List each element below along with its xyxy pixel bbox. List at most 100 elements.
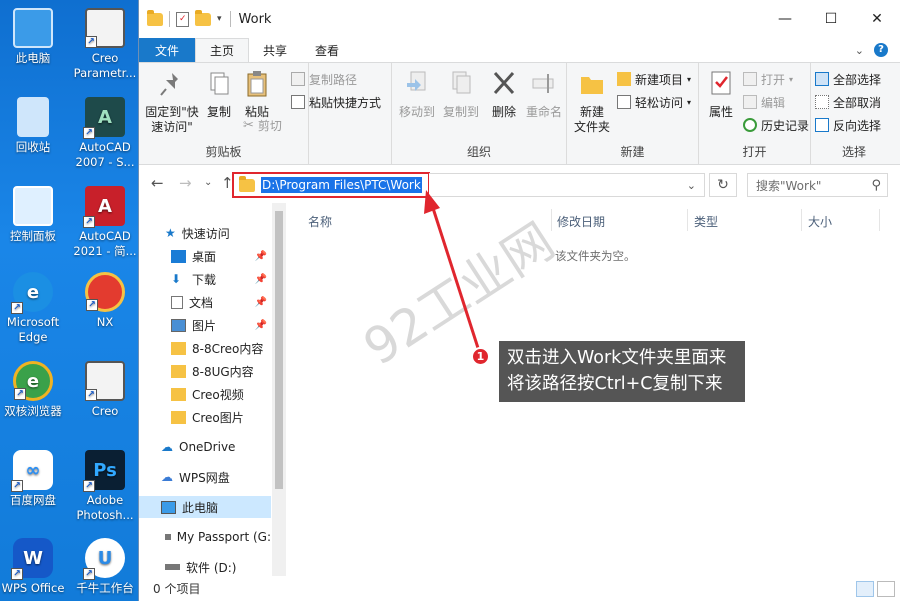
desktop-icon-baidu-netdisk[interactable]: ∞ ↗ 百度网盘 [0,450,66,508]
properties-qa-icon[interactable]: ✓ [176,11,189,27]
column-type[interactable]: 类型 [694,213,718,230]
tab-home[interactable]: 主页 [195,38,250,62]
desktop-icon-recycle-bin[interactable]: 回收站 [0,97,66,155]
move-to-button[interactable]: 移动到 [398,69,436,120]
pin-icon[interactable]: 📌 [255,274,267,285]
large-icons-view-icon[interactable] [877,581,895,597]
nav-scrollbar[interactable] [272,203,286,576]
new-folder-button[interactable]: 新建 文件夹 [573,69,611,135]
search-box[interactable]: 搜索"Work" ⚲ [747,173,888,197]
maximize-button[interactable]: ☐ [808,0,854,38]
recent-locations-chevron-icon[interactable]: ⌄ [204,177,212,188]
nav-downloads[interactable]: ⬇ 下载 📌 [139,268,271,290]
edit-button[interactable]: 编辑 [743,92,785,112]
up-arrow-icon[interactable]: ↑ [221,174,234,192]
copy-to-button[interactable]: 复制到 [442,69,480,120]
nav-folder-creo-images[interactable]: Creo图片 [139,406,271,428]
desktop-icon-this-pc[interactable]: 此电脑 [0,8,66,66]
chevron-down-icon[interactable]: ⌄ [687,179,696,192]
pin-icon[interactable]: 📌 [255,297,267,308]
desktop-icon-qianniu[interactable]: U ↗ 千牛工作台 [72,538,138,596]
rename-button[interactable]: 重命名 [524,69,564,120]
nav-wps-cloud[interactable]: ☁ WPS网盘 [139,466,271,488]
select-all-button[interactable]: 全部选择 [815,69,881,89]
nav-folder-creo-video[interactable]: Creo视频 [139,383,271,405]
nav-onedrive[interactable]: ☁ OneDrive [139,436,271,458]
desktop-icon-label: 回收站 [15,140,51,154]
address-path[interactable]: D:\Program Files\PTC\Work [261,177,422,193]
move-to-label: 移动到 [398,105,435,119]
desktop-icon-nx[interactable]: ↗ NX [72,272,138,330]
nav-drive-d[interactable]: 软件 (D:) [139,556,271,576]
desktop-icon-wps-office[interactable]: W ↗ WPS Office [0,538,66,596]
easy-access-button[interactable]: 轻松访问 ▾ [617,92,691,112]
control-panel-icon [13,186,53,226]
column-name[interactable]: 名称 [308,213,332,230]
tab-view[interactable]: 查看 [301,38,353,62]
history-icon [743,118,757,132]
delete-button[interactable]: 删除 [488,69,520,120]
address-bar[interactable]: D:\Program Files\PTC\Work [232,172,430,198]
nav-label: 8-8Creo内容 [192,341,264,356]
nav-label: 此电脑 [182,500,219,515]
pin-quick-access-button[interactable]: 固定到"快速访问" [145,69,199,135]
back-arrow-icon[interactable]: ← [151,174,164,192]
history-button[interactable]: 历史记录 [743,115,809,135]
nav-folder-8-8ug[interactable]: 8-8UG内容 [139,360,271,382]
scrollbar-thumb[interactable] [275,211,283,489]
nav-this-pc[interactable]: 此电脑 [139,496,271,518]
nav-desktop[interactable]: 桌面 📌 [139,245,271,267]
nav-quick-access[interactable]: ★ 快速访问 [139,222,271,244]
address-bar-extension[interactable]: ⌄ [429,173,705,197]
invert-selection-button[interactable]: 反向选择 [815,115,881,135]
nav-label: 图片 [192,318,217,333]
tab-share[interactable]: 共享 [249,38,301,62]
nav-my-passport[interactable]: My Passport (G: [139,526,271,548]
chevron-down-icon[interactable]: ⌄ [855,44,864,57]
nav-label: 文档 [189,295,214,310]
desktop-icon-label: NX [96,315,114,329]
new-group-label: 新建 [620,145,645,159]
desktop-icon-creo-parametric[interactable]: ↗ Creo Parametr... [72,8,138,81]
desktop-icon-autocad-2007[interactable]: A ↗ AutoCAD 2007 - S... [72,97,138,170]
cloud-icon: ☁ [161,440,173,454]
new-item-button[interactable]: 新建项目 ▾ [617,69,691,89]
item-count: 0 个项目 [153,582,201,596]
column-divider[interactable] [879,209,880,231]
open-button[interactable]: 打开 ▾ [743,69,793,89]
help-icon[interactable]: ? [874,43,888,57]
paste-button[interactable]: 粘贴 [241,69,273,120]
nav-label: 8-8UG内容 [192,364,254,379]
desktop-icon-autocad-2021[interactable]: A ↗ AutoCAD 2021 - 简... [72,186,138,259]
desktop-icon-creo[interactable]: ↗ Creo [72,361,138,419]
chevron-down-icon[interactable]: ▾ [217,14,222,24]
callout-line-2: 将该路径按Ctrl+C复制下来 [507,374,723,394]
new-folder-qa-icon[interactable] [195,9,211,26]
nav-pictures[interactable]: 图片 📌 [139,314,271,336]
tab-file[interactable]: 文件 [139,38,196,62]
forward-arrow-icon[interactable]: → [179,174,192,192]
instruction-callout: 双击进入Work文件夹里面来 将该路径按Ctrl+C复制下来 [499,341,745,402]
refresh-button[interactable]: ↻ [709,173,737,197]
column-divider[interactable] [801,209,802,231]
desktop-icon-dual-core-browser[interactable]: e ↗ 双核浏览器 [0,361,66,419]
desktop-icon-photoshop[interactable]: Ps ↗ Adobe Photosh... [72,450,138,523]
nav-folder-8-8creo[interactable]: 8-8Creo内容 [139,337,271,359]
cut-button[interactable]: ✂ 剪切 [243,115,282,135]
details-view-icon[interactable] [856,581,874,597]
desktop-icon-label: Adobe Photosh... [76,493,134,522]
desktop-icon-control-panel[interactable]: 控制面板 [0,186,66,244]
copy-button[interactable]: 复制 [203,69,235,120]
pin-icon[interactable]: 📌 [255,251,267,262]
column-divider[interactable] [551,209,552,231]
column-divider[interactable] [687,209,688,231]
pin-icon[interactable]: 📌 [255,320,267,331]
close-button[interactable]: ✕ [854,0,900,38]
desktop-icon-edge[interactable]: e ↗ Microsoft Edge [0,272,66,345]
properties-button[interactable]: 属性 [705,69,737,120]
minimize-button[interactable]: — [762,0,808,38]
select-none-button[interactable]: 全部取消 [815,92,881,112]
nav-documents[interactable]: 文档 📌 [139,291,271,313]
column-date[interactable]: 修改日期 [557,213,605,230]
column-size[interactable]: 大小 [808,213,832,230]
